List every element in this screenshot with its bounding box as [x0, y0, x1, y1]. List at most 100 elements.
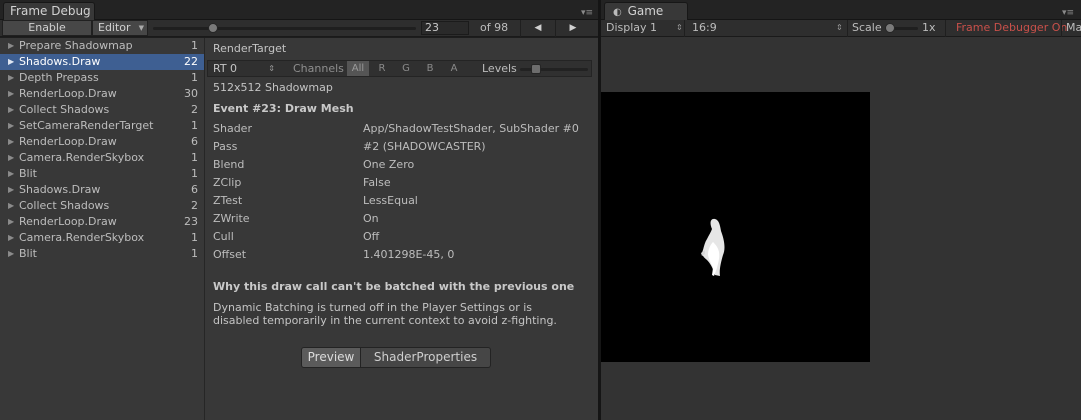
event-slider-thumb[interactable]: [208, 23, 218, 33]
event-row[interactable]: ▶ Shadows.Draw 22: [0, 54, 204, 70]
aspect-dropdown[interactable]: 16:9 ⇕: [692, 19, 844, 37]
event-row-label: Camera.RenderSkybox: [19, 231, 145, 244]
event-row-label: Collect Shadows: [19, 103, 110, 116]
target-dropdown[interactable]: Editor ▼: [92, 20, 148, 36]
expand-arrow-icon[interactable]: ▶: [8, 198, 14, 214]
levels-slider-thumb[interactable]: [531, 64, 541, 74]
display-dropdown-label: Display 1: [606, 21, 658, 34]
character-silhouette: [701, 218, 725, 276]
expand-arrow-icon[interactable]: ▶: [8, 182, 14, 198]
property-value: #2 (SHADOWCASTER): [363, 140, 486, 153]
frame-debug-tab[interactable]: Frame Debug: [3, 2, 95, 20]
channel-b-button[interactable]: B: [419, 61, 441, 76]
game-view[interactable]: [601, 38, 1081, 420]
event-number-field[interactable]: 23: [421, 21, 469, 35]
event-row-label: Prepare Shadowmap: [19, 39, 133, 52]
property-key: Cull: [213, 230, 234, 243]
scale-slider-thumb[interactable]: [885, 23, 895, 33]
property-key: Shader: [213, 122, 252, 135]
property-key: Blend: [213, 158, 245, 171]
frame-debug-menu-icon[interactable]: ▾≡: [581, 9, 596, 18]
game-window: ◐ Game ▾≡ Display 1 ⇕ 16:9 ⇕ Scale 1x Fr…: [601, 0, 1081, 420]
batch-heading: Why this draw call can't be batched with…: [213, 280, 575, 293]
channel-a-button[interactable]: A: [443, 61, 465, 76]
next-event-button[interactable]: ▶: [556, 20, 590, 36]
scale-label: Scale: [852, 21, 882, 34]
display-dropdown[interactable]: Display 1 ⇕: [606, 19, 683, 37]
event-row[interactable]: ▶ Camera.RenderSkybox 1: [0, 150, 204, 166]
expand-arrow-icon[interactable]: ▶: [8, 150, 14, 166]
game-controller-icon: ◐: [613, 7, 622, 18]
event-row[interactable]: ▶ Shadows.Draw 6: [0, 182, 204, 198]
rt-dropdown[interactable]: RT 0 ⇕: [208, 61, 281, 76]
expand-arrow-icon[interactable]: ▶: [8, 230, 14, 246]
channel-r-button[interactable]: R: [371, 61, 393, 76]
previous-event-button[interactable]: ◀: [521, 20, 555, 36]
event-row[interactable]: ▶ Camera.RenderSkybox 1: [0, 230, 204, 246]
event-row-label: RenderLoop.Draw: [19, 135, 117, 148]
expand-arrow-icon[interactable]: ▶: [8, 134, 14, 150]
dropdown-arrow-icon: ▼: [138, 24, 144, 32]
expand-arrow-icon[interactable]: ▶: [8, 86, 14, 102]
event-row[interactable]: ▶ Prepare Shadowmap 1: [0, 38, 204, 54]
event-row[interactable]: ▶ Collect Shadows 2: [0, 198, 204, 214]
game-tab[interactable]: ◐ Game: [604, 2, 688, 20]
property-value: False: [363, 176, 391, 189]
game-menu-icon[interactable]: ▾≡: [1062, 9, 1077, 18]
event-row[interactable]: ▶ Blit 1: [0, 166, 204, 182]
expand-arrow-icon[interactable]: ▶: [8, 118, 14, 134]
maximize-on-play-toggle[interactable]: Ma: [1066, 19, 1081, 37]
spinner-arrows-icon: ⇕: [676, 23, 683, 32]
event-row-label: Depth Prepass: [19, 71, 99, 84]
expand-arrow-icon[interactable]: ▶: [8, 102, 14, 118]
preview-tab[interactable]: Preview: [301, 347, 361, 368]
event-row[interactable]: ▶ RenderLoop.Draw 30: [0, 86, 204, 102]
event-row-count: 6: [191, 183, 198, 196]
expand-arrow-icon[interactable]: ▶: [8, 246, 14, 262]
channel-b-label: B: [426, 63, 434, 74]
property-value: 1.401298E-45, 0: [363, 248, 455, 261]
event-number-value: 23: [425, 21, 439, 34]
channel-all-button[interactable]: All: [347, 61, 369, 76]
game-toolbar: Display 1 ⇕ 16:9 ⇕ Scale 1x Frame Debugg…: [601, 20, 1081, 37]
channel-r-label: R: [378, 63, 386, 74]
event-row-label: Collect Shadows: [19, 199, 110, 212]
render-target-size: 512x512 Shadowmap: [213, 81, 333, 94]
frame-debug-toolbar: Enable Editor ▼ 23 of 98 ◀ ▶: [0, 20, 598, 37]
channel-g-label: G: [402, 63, 410, 74]
frame-debugger-status[interactable]: Frame Debugger On: [956, 19, 1067, 37]
expand-arrow-icon[interactable]: ▶: [8, 70, 14, 86]
event-row[interactable]: ▶ Depth Prepass 1: [0, 70, 204, 86]
shader-properties-tab[interactable]: ShaderProperties: [361, 347, 491, 368]
property-key: ZClip: [213, 176, 242, 189]
expand-arrow-icon[interactable]: ▶: [8, 38, 14, 54]
event-slider[interactable]: [153, 27, 416, 30]
property-key: ZWrite: [213, 212, 250, 225]
channels-label: Channels: [293, 62, 344, 75]
expand-arrow-icon[interactable]: ▶: [8, 214, 14, 230]
event-row-label: SetCameraRenderTarget: [19, 119, 154, 132]
event-row-label: Blit: [19, 167, 37, 180]
spinner-arrows-icon: ⇕: [268, 64, 275, 73]
event-row[interactable]: ▶ Blit 1: [0, 246, 204, 262]
frame-debug-tab-label: Frame Debug: [10, 4, 91, 18]
event-row-label: RenderLoop.Draw: [19, 215, 117, 228]
rt-dropdown-label: RT 0: [213, 62, 238, 75]
event-row-count: 1: [191, 167, 198, 180]
expand-arrow-icon[interactable]: ▶: [8, 54, 14, 70]
event-row-label: Camera.RenderSkybox: [19, 151, 145, 164]
channel-g-button[interactable]: G: [395, 61, 417, 76]
render-target-heading: RenderTarget: [213, 42, 287, 55]
event-row-count: 1: [191, 151, 198, 164]
event-row[interactable]: ▶ SetCameraRenderTarget 1: [0, 118, 204, 134]
event-tree: ▶ Prepare Shadowmap 1 ▶ Shadows.Draw 22 ▶ Depth…: [0, 38, 204, 420]
event-row[interactable]: ▶ RenderLoop.Draw 6: [0, 134, 204, 150]
event-row-count: 1: [191, 71, 198, 84]
event-row[interactable]: ▶ Collect Shadows 2: [0, 102, 204, 118]
expand-arrow-icon[interactable]: ▶: [8, 166, 14, 182]
event-row[interactable]: ▶ RenderLoop.Draw 23: [0, 214, 204, 230]
scale-value: 1x: [922, 21, 936, 34]
target-dropdown-label: Editor: [98, 21, 131, 34]
enable-button[interactable]: Enable: [2, 20, 92, 36]
next-arrow-icon: ▶: [569, 23, 577, 33]
